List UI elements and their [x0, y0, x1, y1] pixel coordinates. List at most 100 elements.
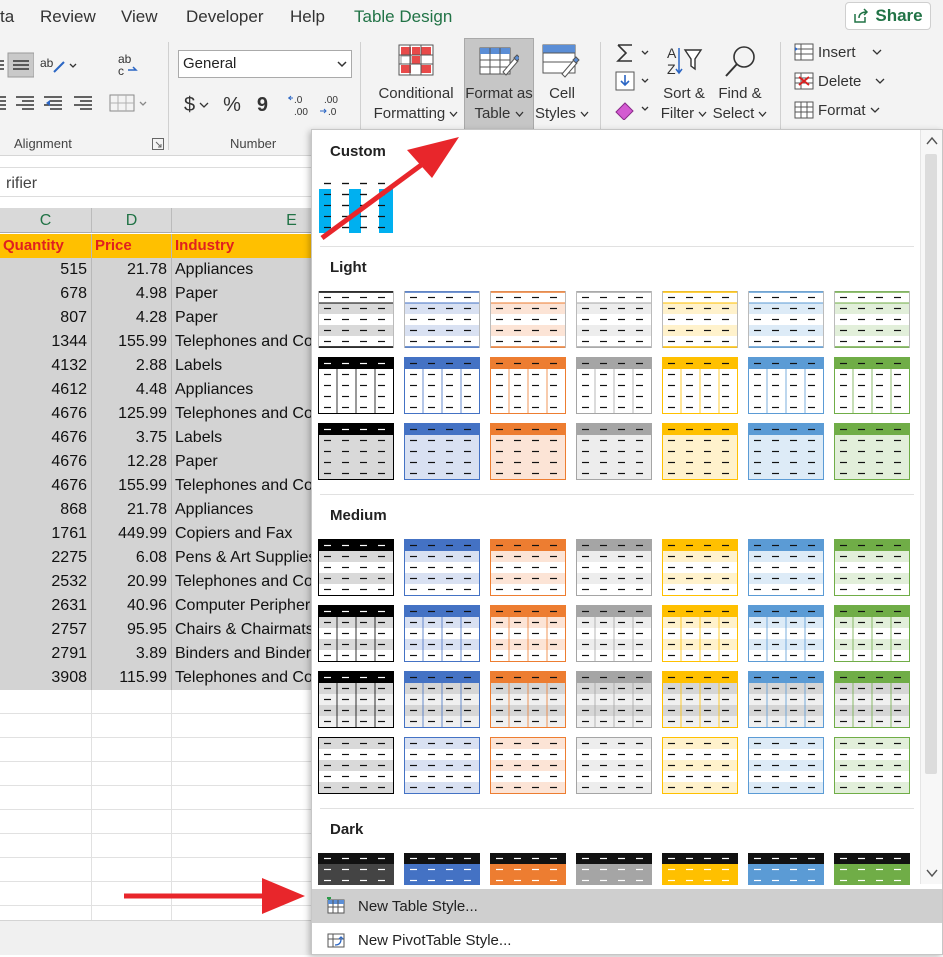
medium-style-swatch[interactable] — [576, 671, 652, 729]
tab-table-design[interactable]: Table Design — [354, 7, 452, 27]
tab-review[interactable]: Review — [40, 7, 96, 27]
light-style-swatch[interactable] — [576, 291, 652, 349]
table-cell[interactable]: 3.89 — [92, 642, 172, 666]
empty-cell[interactable] — [0, 690, 92, 714]
empty-cell[interactable] — [0, 882, 92, 906]
table-cell[interactable]: 1344 — [0, 330, 92, 354]
table-cell[interactable]: 4.28 — [92, 306, 172, 330]
table-cell[interactable]: 2532 — [0, 570, 92, 594]
table-cell[interactable]: 2791 — [0, 642, 92, 666]
table-cell[interactable]: 4612 — [0, 378, 92, 402]
light-style-swatch[interactable] — [490, 423, 566, 481]
medium-style-swatch[interactable] — [490, 737, 566, 795]
light-style-swatch[interactable] — [834, 291, 910, 349]
light-style-swatch[interactable] — [576, 357, 652, 415]
align-right-icon[interactable] — [0, 92, 100, 114]
sort-filter-button[interactable]: AZ Sort & Filter — [658, 44, 710, 124]
dark-style-swatch[interactable] — [490, 853, 566, 885]
table-cell[interactable]: 20.99 — [92, 570, 172, 594]
delete-button[interactable]: Delete — [794, 72, 885, 90]
table-cell[interactable]: 4676 — [0, 450, 92, 474]
light-style-swatch[interactable] — [404, 291, 480, 349]
medium-style-swatch[interactable] — [834, 539, 910, 597]
tab-ta[interactable]: ta — [0, 7, 14, 27]
table-cell[interactable]: 95.95 — [92, 618, 172, 642]
table-cell[interactable]: 4.48 — [92, 378, 172, 402]
empty-cell[interactable] — [92, 858, 172, 882]
fill-down-icon[interactable] — [614, 70, 654, 92]
empty-cell[interactable] — [92, 714, 172, 738]
light-style-swatch[interactable] — [834, 423, 910, 481]
empty-cell[interactable] — [92, 762, 172, 786]
light-style-swatch[interactable] — [748, 357, 824, 415]
percent-button[interactable]: % — [223, 94, 241, 117]
dark-style-swatch[interactable] — [404, 853, 480, 885]
table-cell[interactable]: 515 — [0, 258, 92, 282]
table-cell[interactable]: 40.96 — [92, 594, 172, 618]
light-style-swatch[interactable] — [318, 423, 394, 481]
tab-developer[interactable]: Developer — [186, 7, 264, 27]
alignment-launcher-icon[interactable] — [152, 138, 164, 150]
table-cell[interactable]: 2631 — [0, 594, 92, 618]
table-cell[interactable]: 807 — [0, 306, 92, 330]
number-format-select[interactable]: General — [178, 50, 352, 78]
table-cell[interactable]: 3908 — [0, 666, 92, 690]
empty-cell[interactable] — [0, 786, 92, 810]
light-style-swatch[interactable] — [662, 291, 738, 349]
light-style-swatch[interactable] — [490, 357, 566, 415]
clear-eraser-icon[interactable] — [614, 98, 654, 120]
new-table-style-item[interactable]: New Table Style... — [312, 889, 942, 923]
light-style-swatch[interactable] — [404, 423, 480, 481]
empty-cell[interactable] — [92, 786, 172, 810]
empty-cell[interactable] — [0, 810, 92, 834]
cell-styles-button[interactable]: Cell Styles — [534, 44, 590, 124]
medium-style-swatch[interactable] — [490, 539, 566, 597]
increase-decimal-icon[interactable]: .0.00 — [288, 92, 316, 118]
column-header-c[interactable]: C — [0, 208, 92, 233]
table-cell[interactable]: 4.98 — [92, 282, 172, 306]
orientation-icon[interactable]: ab — [38, 54, 78, 76]
empty-cell[interactable] — [0, 834, 92, 858]
conditional-formatting-button[interactable]: Conditional Formatting — [372, 44, 460, 124]
custom-style-swatch[interactable] — [318, 177, 394, 235]
light-style-swatch[interactable] — [318, 291, 394, 349]
dark-style-swatch[interactable] — [748, 853, 824, 885]
table-cell[interactable]: 21.78 — [92, 498, 172, 522]
medium-style-swatch[interactable] — [318, 671, 394, 729]
scroll-down-icon[interactable] — [926, 868, 938, 878]
light-style-swatch[interactable] — [748, 291, 824, 349]
decrease-decimal-icon[interactable]: .00.0 — [320, 92, 348, 118]
table-cell[interactable]: 155.99 — [92, 330, 172, 354]
comma-button[interactable]: 9 — [257, 94, 268, 117]
empty-cell[interactable] — [0, 738, 92, 762]
table-cell[interactable]: Quantity — [0, 234, 92, 258]
medium-style-swatch[interactable] — [318, 737, 394, 795]
light-style-swatch[interactable] — [662, 423, 738, 481]
empty-cell[interactable] — [0, 714, 92, 738]
table-cell[interactable]: Price — [92, 234, 172, 258]
merge-center-icon[interactable] — [104, 92, 148, 114]
dark-style-swatch[interactable] — [576, 853, 652, 885]
table-cell[interactable]: 155.99 — [92, 474, 172, 498]
column-header-d[interactable]: D — [92, 208, 172, 233]
empty-cell[interactable] — [92, 738, 172, 762]
light-style-swatch[interactable] — [490, 291, 566, 349]
formula-bar[interactable]: rifier — [0, 167, 320, 197]
new-pivottable-style-item[interactable]: New PivotTable Style... — [312, 923, 942, 957]
tab-help[interactable]: Help — [290, 7, 325, 27]
empty-cell[interactable] — [92, 810, 172, 834]
medium-style-swatch[interactable] — [834, 737, 910, 795]
medium-style-swatch[interactable] — [318, 539, 394, 597]
dark-style-swatch[interactable] — [318, 853, 394, 885]
table-cell[interactable]: 2275 — [0, 546, 92, 570]
medium-style-swatch[interactable] — [748, 539, 824, 597]
light-style-swatch[interactable] — [834, 357, 910, 415]
medium-style-swatch[interactable] — [834, 605, 910, 663]
empty-cell[interactable] — [0, 762, 92, 786]
tab-view[interactable]: View — [121, 7, 158, 27]
scroll-up-icon[interactable] — [926, 136, 938, 146]
table-cell[interactable]: 21.78 — [92, 258, 172, 282]
table-cell[interactable]: 1761 — [0, 522, 92, 546]
dark-style-swatch[interactable] — [834, 853, 910, 885]
format-button[interactable]: Format — [794, 101, 880, 119]
